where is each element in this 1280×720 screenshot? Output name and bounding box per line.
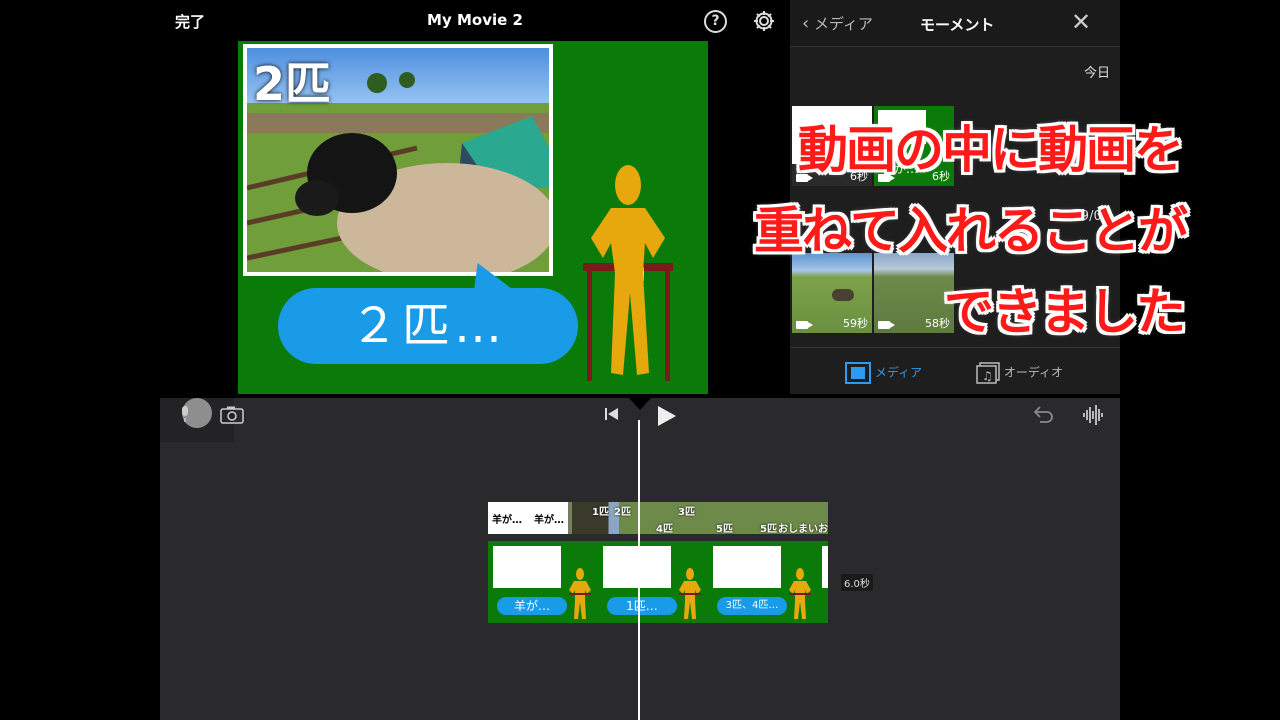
overlay-clip-label: お [818, 524, 828, 534]
overlay-clip-label: 羊が… [492, 515, 522, 526]
microphone-icon [182, 406, 188, 422]
tab-audio[interactable]: ♫ オーディオ [976, 362, 1063, 384]
media-browser-title: モーメント [920, 16, 995, 34]
media-browser-header: ‹ メディア モーメント ✕ [790, 0, 1120, 47]
tab-media[interactable]: メディア [845, 362, 922, 384]
overlay-caption-line: できました [944, 283, 1186, 341]
pip-caption: 2匹 [253, 57, 332, 111]
chevron-left-icon: ‹ [802, 13, 810, 34]
project-title: My Movie 2 [427, 11, 523, 29]
gear-icon[interactable] [752, 9, 776, 33]
clip-frame [713, 546, 781, 588]
duration-badge: 6.0秒 [841, 574, 873, 591]
imovie-app: 完了 My Movie 2 ? 2匹 ２匹… ‹ メディア モーメント ✕ 今日… [160, 0, 1120, 720]
timeline-toolbar [160, 398, 1120, 442]
overlay-caption-line: 重ねて入れることが [754, 202, 1188, 260]
section-date-label: 今日 [1083, 66, 1110, 81]
overlay-clip-label: 2匹 [614, 507, 631, 518]
clip-frame [493, 546, 561, 588]
overlay-clip[interactable]: 羊が… 羊が… [488, 502, 570, 534]
music-icon: ♫ [976, 362, 1000, 384]
picture-in-picture-clip[interactable]: 2匹 [243, 44, 553, 276]
overlay-clip-label: 5匹 [716, 524, 733, 534]
overlay-clip[interactable]: 1匹 2匹 3匹 4匹 5匹 5匹 おしまい お [572, 502, 828, 534]
playhead-notch [629, 398, 651, 410]
clip-frame [603, 546, 671, 588]
overlay-clip-label: 1匹 [592, 507, 609, 518]
film-icon [845, 362, 871, 384]
playhead[interactable] [638, 420, 640, 720]
video-preview[interactable]: 2匹 ２匹… [238, 41, 708, 394]
woman-figure [583, 165, 673, 381]
play-icon[interactable] [658, 406, 676, 426]
waveform-icon[interactable] [1082, 404, 1104, 426]
timeline-clip[interactable]: 羊が… [488, 541, 598, 623]
clip-frame [822, 546, 828, 588]
tab-audio-label: オーディオ [1003, 365, 1063, 380]
timeline-clip[interactable]: 1匹… [598, 541, 708, 623]
overlay-caption: 動画の中に動画を 重ねて入れることが できました [700, 110, 1200, 353]
woman-figure [679, 568, 701, 619]
media-browser-tabs: メディア ♫ オーディオ [790, 347, 1120, 394]
woman-figure [789, 568, 811, 619]
skip-back-icon[interactable] [604, 407, 620, 421]
help-icon[interactable]: ? [704, 10, 727, 33]
woman-figure [569, 568, 591, 619]
overlay-track[interactable]: 羊が… 羊が… 1匹 2匹 3匹 4匹 5匹 5匹 おしまい お [488, 502, 828, 534]
overlay-clip-label: 5匹 [760, 524, 777, 534]
undo-icon[interactable] [1032, 405, 1054, 425]
overlay-caption-line: 動画の中に動画を [798, 121, 1184, 179]
camera-icon[interactable] [220, 406, 244, 424]
done-button[interactable]: 完了 [175, 11, 205, 32]
overlay-clip-label: 羊が… [534, 515, 564, 526]
media-back-label: メディア [813, 15, 873, 33]
main-track[interactable]: 羊が… 1匹… 3匹、4匹… [488, 541, 828, 623]
overlay-clip-label: 3匹 [678, 507, 695, 518]
timeline-clip[interactable]: 3匹、4匹… [708, 541, 818, 623]
clip-bubble: 3匹、4匹… [717, 597, 787, 615]
clip-bubble: 1匹… [607, 597, 677, 615]
speech-bubble: ２匹… [278, 288, 578, 364]
timeline[interactable]: 羊が… 羊が… 1匹 2匹 3匹 4匹 5匹 5匹 おしまい お 羊が… 1匹…… [160, 398, 1120, 720]
overlay-clip-label: 4匹 [656, 524, 673, 534]
tab-media-label: メディア [874, 365, 922, 380]
close-icon[interactable]: ✕ [1071, 10, 1091, 34]
overlay-clip-label: おしまい [778, 524, 818, 534]
media-back-button[interactable]: ‹ メディア [802, 13, 873, 34]
svg-text:♫: ♫ [982, 369, 993, 383]
clip-bubble: 羊が… [497, 597, 567, 615]
